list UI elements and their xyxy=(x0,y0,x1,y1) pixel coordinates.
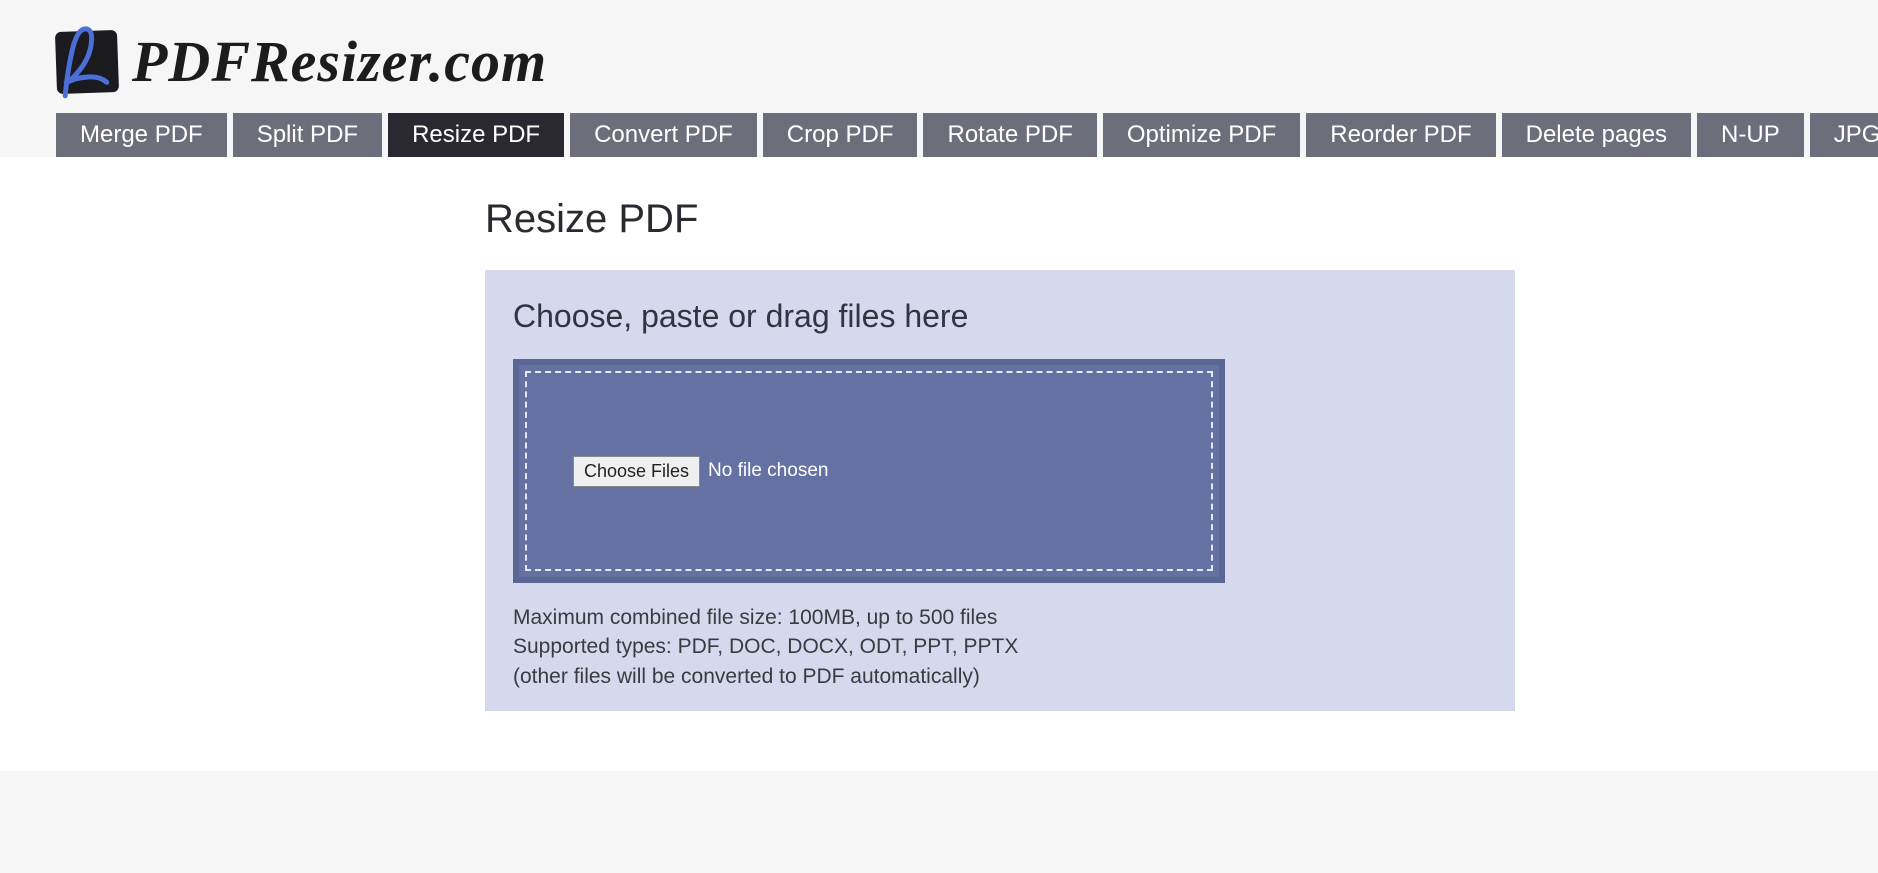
page-title: Resize PDF xyxy=(485,197,1515,242)
nav-resize-pdf[interactable]: Resize PDF xyxy=(388,113,564,157)
nav-delete-pages[interactable]: Delete pages xyxy=(1502,113,1691,157)
nav-jpg-to-pdf[interactable]: JPG to PDF xyxy=(1810,113,1878,157)
nav-optimize-pdf[interactable]: Optimize PDF xyxy=(1103,113,1300,157)
upload-heading: Choose, paste or drag files here xyxy=(513,298,1487,335)
hint-max-size: Maximum combined file size: 100MB, up to… xyxy=(513,603,1487,632)
nav-split-pdf[interactable]: Split PDF xyxy=(233,113,382,157)
nav-convert-pdf[interactable]: Convert PDF xyxy=(570,113,757,157)
nav-reorder-pdf[interactable]: Reorder PDF xyxy=(1306,113,1495,157)
nav-merge-pdf[interactable]: Merge PDF xyxy=(56,113,227,157)
nav-crop-pdf[interactable]: Crop PDF xyxy=(763,113,918,157)
upload-panel: Choose, paste or drag files here Choose … xyxy=(485,270,1515,711)
upload-hints: Maximum combined file size: 100MB, up to… xyxy=(513,603,1487,691)
nav-rotate-pdf[interactable]: Rotate PDF xyxy=(923,113,1096,157)
nav-n-up[interactable]: N-UP xyxy=(1697,113,1804,157)
hint-supported-types: Supported types: PDF, DOC, DOCX, ODT, PP… xyxy=(513,632,1487,661)
choose-files-button[interactable]: Choose Files xyxy=(573,456,700,487)
site-header: PDFResizer.com xyxy=(56,0,1822,113)
logo-icon[interactable] xyxy=(55,29,119,93)
hint-auto-convert: (other files will be converted to PDF au… xyxy=(513,662,1487,691)
primary-nav: Merge PDFSplit PDFResize PDFConvert PDFC… xyxy=(56,113,1822,157)
file-status-text: No file chosen xyxy=(708,460,828,482)
brand-name[interactable]: PDFResizer.com xyxy=(132,28,547,95)
file-dropzone[interactable]: Choose Files No file chosen xyxy=(513,359,1225,583)
